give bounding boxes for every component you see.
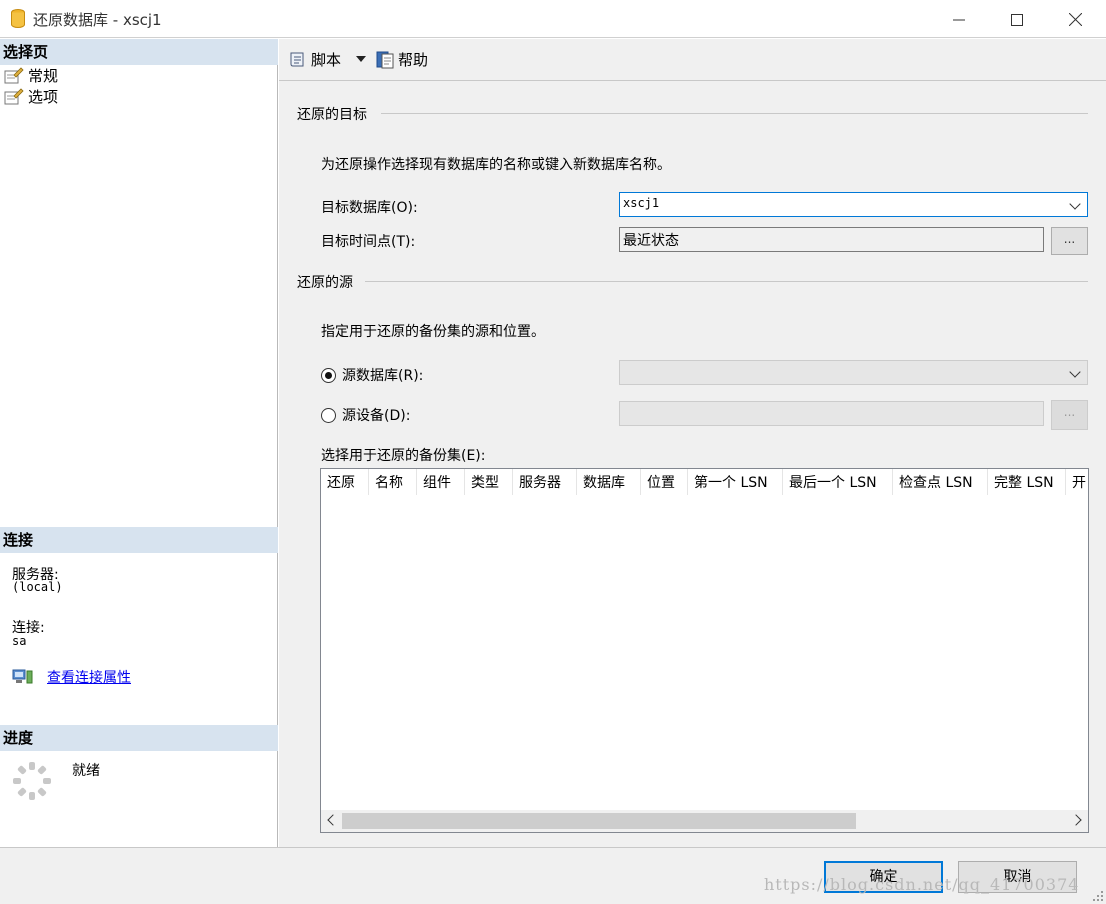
database-icon: [11, 9, 25, 28]
server-value: (local): [12, 580, 63, 594]
view-connection-properties-link[interactable]: 查看连接属性: [47, 667, 131, 687]
progress-header: 进度: [0, 725, 278, 751]
column-header[interactable]: 完整 LSN: [988, 469, 1066, 495]
column-header[interactable]: 第一个 LSN: [688, 469, 783, 495]
horizontal-scrollbar[interactable]: [321, 810, 1088, 832]
left-pane: 选择页 常规 选项 连接 服务器: (local) 连接: sa 查看连接属性 …: [0, 39, 278, 847]
main-pane: 脚本 帮助 还原的目标 为还原操作选择现有数据库的名称或键入新数据库名称。 目标…: [279, 39, 1106, 847]
watermark: https://blog.csdn.net/qq_41700374: [764, 875, 1080, 894]
scroll-right-arrow-icon[interactable]: [1070, 814, 1082, 826]
from-database-label: 源数据库(R):: [342, 368, 424, 384]
script-button[interactable]: 脚本: [288, 49, 341, 70]
nav-item-options[interactable]: 选项: [4, 86, 58, 106]
source-device-field[interactable]: [619, 401, 1044, 426]
divider: [365, 281, 1088, 282]
column-header[interactable]: 组件: [417, 469, 465, 495]
column-header[interactable]: 数据库: [577, 469, 641, 495]
target-database-combo[interactable]: xscj1: [619, 192, 1088, 217]
source-device-browse-button[interactable]: ...: [1051, 400, 1088, 430]
column-header[interactable]: 开: [1066, 469, 1088, 495]
column-header[interactable]: 检查点 LSN: [893, 469, 988, 495]
connection-value: sa: [12, 634, 27, 648]
nav-item-label: 常规: [28, 66, 59, 85]
target-time-label: 目标时间点(T):: [321, 234, 416, 250]
from-device-radio[interactable]: 源设备(D):: [321, 405, 410, 425]
destination-description: 为还原操作选择现有数据库的名称或键入新数据库名称。: [321, 157, 671, 173]
target-time-field: 最近状态: [619, 227, 1044, 252]
divider: [381, 113, 1088, 114]
minimize-icon: [953, 19, 965, 20]
nav-item-label: 选项: [28, 87, 59, 106]
script-dropdown-arrow[interactable]: [356, 56, 366, 62]
script-icon: [290, 52, 304, 66]
column-header[interactable]: 最后一个 LSN: [783, 469, 893, 495]
maximize-button[interactable]: [988, 0, 1046, 38]
select-page-header: 选择页: [0, 39, 278, 65]
resize-grip-icon[interactable]: [1093, 891, 1103, 901]
connection-properties-icon: [12, 669, 33, 684]
minimize-button[interactable]: [930, 0, 988, 38]
window-title: 还原数据库 - xscj1: [33, 11, 162, 29]
column-header[interactable]: 还原: [321, 469, 369, 495]
target-time-browse-button[interactable]: ...: [1051, 227, 1088, 255]
toolbar: 脚本 帮助: [279, 39, 1106, 81]
script-label: 脚本: [311, 51, 342, 69]
scrollbar-thumb[interactable]: [342, 813, 856, 829]
source-description: 指定用于还原的备份集的源和位置。: [321, 324, 545, 340]
chevron-down-icon: [1069, 198, 1081, 210]
title-bar: 还原数据库 - xscj1: [0, 0, 1106, 38]
scroll-left-arrow-icon[interactable]: [327, 814, 339, 826]
help-icon: [376, 51, 394, 68]
grid-header-row: 还原 名称 组件 类型 服务器 数据库 位置 第一个 LSN 最后一个 LSN …: [321, 469, 1088, 495]
connection-header: 连接: [0, 527, 278, 553]
progress-status: 就绪: [72, 763, 100, 779]
close-button[interactable]: [1046, 0, 1104, 38]
column-header[interactable]: 位置: [641, 469, 688, 495]
page-settings-icon: [4, 87, 24, 104]
backup-sets-label: 选择用于还原的备份集(E):: [321, 448, 486, 464]
radio-button-unchecked[interactable]: [321, 407, 336, 423]
destination-group-label: 还原的目标: [297, 107, 367, 123]
close-icon: [1068, 12, 1082, 27]
maximize-icon: [1011, 13, 1023, 26]
page-settings-icon: [4, 66, 24, 83]
button-bar: 确定 取消 https://blog.csdn.net/qq_41700374: [0, 847, 1106, 904]
target-database-label: 目标数据库(O):: [321, 200, 418, 216]
column-header[interactable]: 类型: [465, 469, 513, 495]
help-label: 帮助: [398, 51, 429, 69]
column-header[interactable]: 服务器: [513, 469, 577, 495]
progress-spinner-icon: [13, 762, 51, 800]
nav-item-general[interactable]: 常规: [4, 65, 58, 85]
source-group-label: 还原的源: [297, 275, 353, 291]
source-database-combo[interactable]: [619, 360, 1088, 385]
column-header[interactable]: 名称: [369, 469, 417, 495]
from-database-radio[interactable]: 源数据库(R):: [321, 365, 423, 385]
backup-sets-grid[interactable]: 还原 名称 组件 类型 服务器 数据库 位置 第一个 LSN 最后一个 LSN …: [320, 468, 1089, 833]
target-database-value: xscj1: [623, 196, 660, 210]
help-button[interactable]: 帮助: [375, 49, 428, 70]
from-device-label: 源设备(D):: [342, 408, 411, 424]
radio-button-checked[interactable]: [321, 367, 336, 383]
target-time-value: 最近状态: [623, 233, 679, 249]
chevron-down-icon: [1069, 366, 1081, 378]
